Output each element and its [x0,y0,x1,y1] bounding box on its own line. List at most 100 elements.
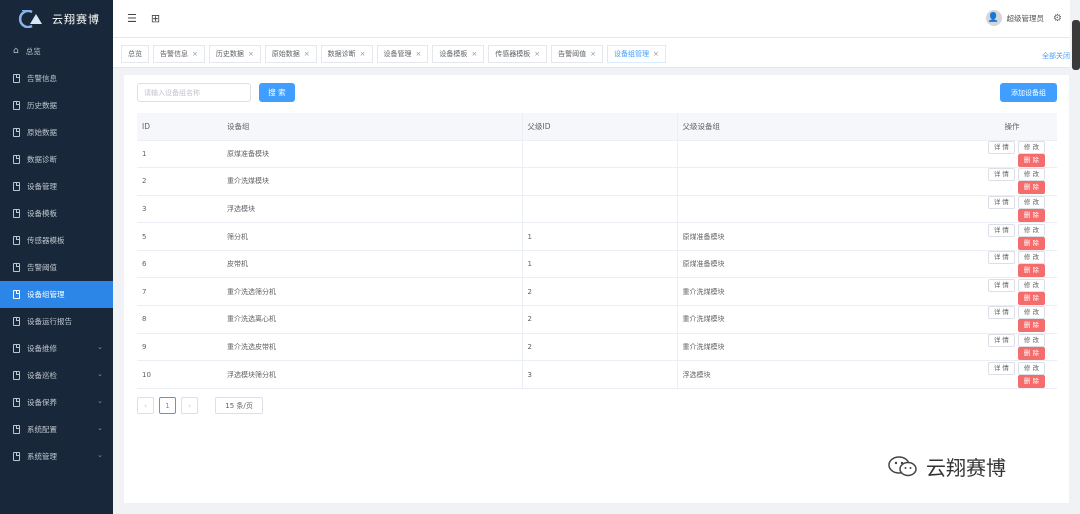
sidebar-item-12[interactable]: 设备巡检 ⌄ [0,362,113,389]
page-number-current[interactable]: 1 [159,397,176,414]
pagination: ‹ 1 › 15 条/页 [137,397,263,414]
column-header-group[interactable]: 设备组 [222,113,522,141]
delete-button[interactable]: 删 除 [1017,319,1045,333]
sidebar-item-1[interactable]: 告警信息 [0,65,113,92]
search-input[interactable]: 请输入设备组名称 [137,83,251,102]
edit-button[interactable]: 修 改 [1017,195,1045,209]
close-icon[interactable]: × [416,50,422,58]
column-header-id[interactable]: ID [137,113,222,141]
sidebar-item-14[interactable]: 系统配置 ⌄ [0,416,113,443]
delete-button[interactable]: 删 除 [1017,208,1045,222]
close-all-tabs-link[interactable]: 全部关闭 [1042,51,1070,61]
edit-button[interactable]: 修 改 [1017,361,1045,375]
table-row: 1 原煤准备模块 详 情修 改删 除 [137,140,1057,169]
prev-page-button[interactable]: ‹ [137,397,154,414]
table-cell [676,195,967,224]
close-icon[interactable]: × [360,50,366,58]
tab-1[interactable]: 告警信息 × [153,45,205,63]
edit-button[interactable]: 修 改 [1017,223,1045,237]
delete-button[interactable]: 删 除 [1017,264,1045,278]
sidebar-item-2[interactable]: 历史数据 [0,92,113,119]
table-cell: 重介洗选皮带机 [222,333,522,362]
edit-button[interactable]: 修 改 [1017,333,1045,347]
sidebar-item-4[interactable]: 数据诊断 [0,146,113,173]
sidebar: 云翔赛博 ⌂ 总览 告警信息 历史数据 原始数据 数据诊断设备管理设备模板传感器模板告警阈… [0,0,113,514]
detail-button[interactable]: 详 情 [987,140,1015,154]
delete-button[interactable]: 删 除 [1017,374,1045,388]
edit-button[interactable]: 修 改 [1017,306,1045,320]
grid-icon[interactable]: ⊞ [151,12,160,25]
next-page-button[interactable]: › [181,397,198,414]
sidebar-item-8[interactable]: 告警阈值 [0,254,113,281]
gear-icon[interactable]: ⚙ [1053,13,1062,24]
table-cell: 浮选模块筛分机 [222,360,522,389]
detail-button[interactable]: 详 情 [987,306,1015,320]
tab-8[interactable]: 告警阈值 × [551,45,603,63]
tab-2[interactable]: 历史数据 × [208,45,261,63]
table-cell: 7 [137,277,222,307]
edit-button[interactable]: 修 改 [1017,140,1045,154]
detail-button[interactable]: 详 情 [987,361,1015,375]
chevron-down-icon: ⌄ [97,343,103,351]
tab-4[interactable]: 数据诊断 × [320,45,373,63]
delete-button[interactable]: 删 除 [1017,181,1045,195]
user-menu[interactable]: 👤 超级管理员 ⚙ [985,10,1062,26]
logo[interactable]: 云翔赛博 [0,0,113,38]
sidebar-item-11[interactable]: 设备维修 ⌄ [0,335,113,362]
doc-icon [13,182,20,191]
avatar[interactable]: 👤 [985,10,1002,26]
sidebar-item-10[interactable]: 设备运行报告 [0,308,113,335]
sidebar-item-0[interactable]: ⌂ 总览 [0,38,113,65]
scrollbar[interactable] [1072,20,1080,70]
close-icon[interactable]: × [590,50,596,58]
edit-button[interactable]: 修 改 [1017,278,1045,292]
table-row: 10 浮选模块筛分机 3 浮选模块详 情修 改删 除 [137,360,1057,389]
tab-5[interactable]: 设备管理 × [376,45,429,63]
delete-button[interactable]: 删 除 [1017,291,1045,305]
close-icon[interactable]: × [471,50,477,58]
detail-button[interactable]: 详 情 [987,251,1015,265]
column-header-parent-group[interactable]: 父级设备组 [676,113,967,141]
table-row: 6 皮带机 1 原煤准备模块详 情修 改删 除 [137,250,1057,279]
close-icon[interactable]: × [304,50,310,58]
close-icon[interactable]: × [192,50,198,58]
close-icon[interactable]: × [248,50,254,58]
detail-button[interactable]: 详 情 [987,333,1015,347]
detail-button[interactable]: 详 情 [987,223,1015,237]
detail-button[interactable]: 详 情 [987,195,1015,209]
user-name[interactable]: 超级管理员 [1007,13,1045,24]
edit-button[interactable]: 修 改 [1017,251,1045,265]
sidebar-item-label: 传感器模板 [27,236,65,245]
menu-toggle-icon[interactable]: ☰ [127,12,137,25]
sidebar-item-5[interactable]: 设备管理 [0,173,113,200]
tab-9[interactable]: 设备组管理 × [607,45,666,63]
delete-button[interactable]: 删 除 [1017,153,1045,167]
close-icon[interactable]: × [653,50,659,58]
detail-button[interactable]: 详 情 [987,278,1015,292]
detail-button[interactable]: 详 情 [987,168,1015,182]
sidebar-item-label: 系统配置 [27,425,57,434]
tab-3[interactable]: 原始数据 × [264,45,317,63]
tab-0[interactable]: 总览 [121,45,149,63]
delete-button[interactable]: 删 除 [1017,346,1045,360]
doc-icon [13,236,20,245]
close-icon[interactable]: × [534,50,540,58]
table-cell [521,167,677,196]
sidebar-item-9[interactable]: 设备组管理 [0,281,113,308]
edit-button[interactable]: 修 改 [1017,168,1045,182]
tab-6[interactable]: 设备模板 × [432,45,485,63]
sidebar-item-label: 设备管理 [27,182,57,191]
delete-button[interactable]: 删 除 [1017,236,1045,250]
sidebar-item-6[interactable]: 设备模板 [0,200,113,227]
sidebar-item-15[interactable]: 系统管理 ⌄ [0,443,113,470]
add-device-group-button[interactable]: 添加设备组 [1000,83,1057,102]
page-size-select[interactable]: 15 条/页 [215,397,263,414]
sidebar-item-13[interactable]: 设备保养 ⌄ [0,389,113,416]
doc-icon [13,263,20,272]
tab-7[interactable]: 传感器模板 × [488,45,548,63]
doc-icon [13,74,20,83]
search-button[interactable]: 搜 索 [259,83,295,102]
sidebar-item-7[interactable]: 传感器模板 [0,227,113,254]
sidebar-item-3[interactable]: 原始数据 [0,119,113,146]
column-header-parent-id[interactable]: 父级ID [521,113,677,141]
